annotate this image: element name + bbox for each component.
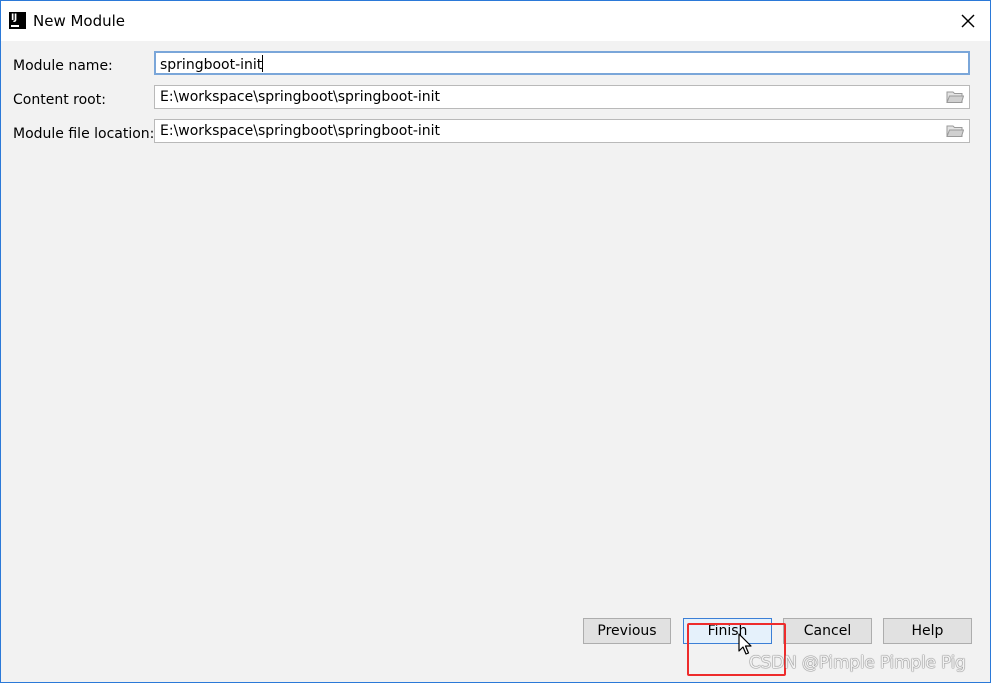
module-file-location-label: Module file location:	[13, 126, 155, 142]
help-button[interactable]: Help	[883, 618, 972, 644]
module-name-label: Module name:	[13, 58, 113, 74]
module-name-field[interactable]: springboot-init	[154, 51, 970, 75]
title-bar: IJ New Module	[1, 1, 990, 41]
text-caret	[262, 55, 264, 72]
module-file-location-field[interactable]: E:\workspace\springboot\springboot-init	[154, 119, 970, 143]
content-root-label: Content root:	[13, 92, 106, 108]
cancel-button[interactable]: Cancel	[783, 618, 872, 644]
folder-icon[interactable]	[946, 124, 964, 138]
previous-button[interactable]: Previous	[583, 618, 671, 644]
module-name-value: springboot-init	[160, 57, 263, 73]
watermark: CSDN @Pimple Pimple Pig	[749, 653, 966, 673]
module-file-location-value: E:\workspace\springboot\springboot-init	[160, 123, 441, 139]
finish-button[interactable]: Finish	[683, 618, 772, 644]
content-root-value: E:\workspace\springboot\springboot-init	[160, 89, 441, 105]
new-module-dialog: IJ New Module Module name: springboot-in…	[0, 0, 991, 683]
folder-icon[interactable]	[946, 90, 964, 104]
content-root-field[interactable]: E:\workspace\springboot\springboot-init	[154, 85, 970, 109]
close-icon	[961, 14, 975, 28]
dialog-title: New Module	[33, 12, 126, 30]
close-button[interactable]	[946, 1, 990, 41]
intellij-icon: IJ	[9, 12, 26, 29]
